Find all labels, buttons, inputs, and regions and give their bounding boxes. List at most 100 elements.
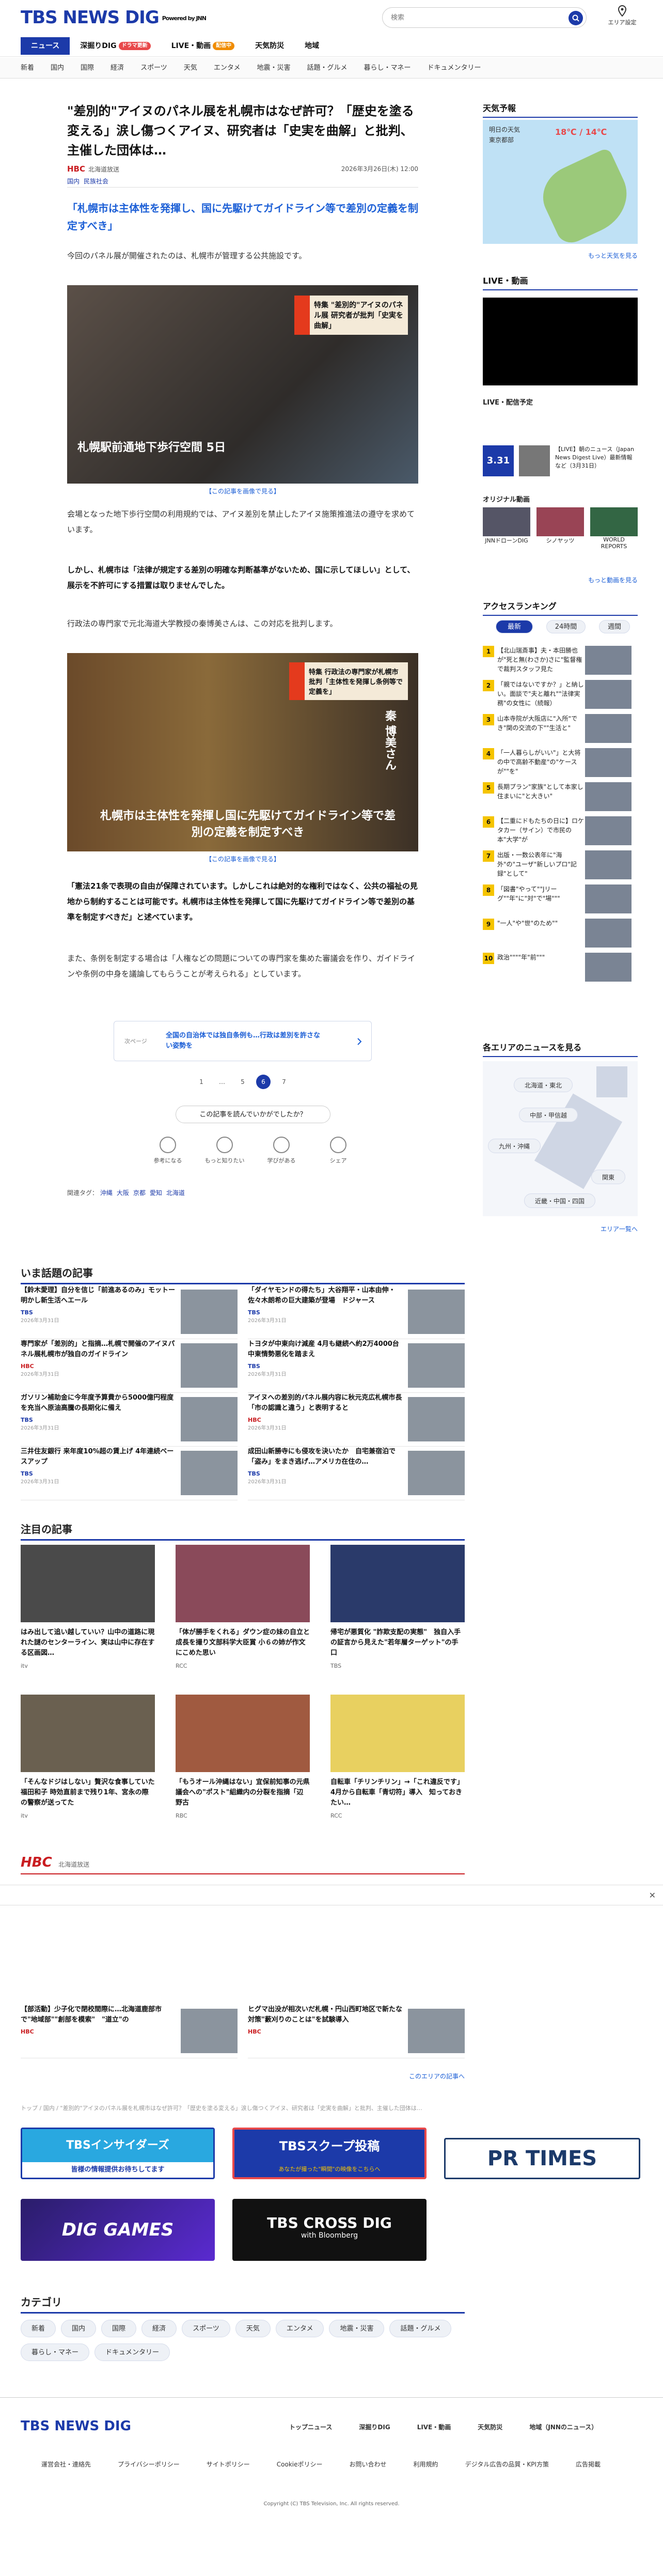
category-button[interactable]: エンタメ bbox=[275, 2320, 324, 2337]
banner-scoop[interactable]: TBSスクープ投稿 あなたが撮った"瞬間"の映像をこちらへ bbox=[232, 2128, 427, 2179]
footer-link[interactable]: Cookieポリシー bbox=[277, 2460, 323, 2469]
footer-link[interactable]: 利用規約 bbox=[414, 2460, 438, 2469]
area-button-kyushu[interactable]: 九州・沖縄 bbox=[488, 1139, 541, 1153]
area-button-chubu[interactable]: 中部・甲信越 bbox=[519, 1108, 578, 1122]
footer-link[interactable]: 広告掲載 bbox=[576, 2460, 601, 2469]
cat-documentary[interactable]: ドキュメンタリー bbox=[419, 58, 490, 79]
featured-card[interactable]: はみ出して追い越していい？山中の道路に現れた謎のセンターライン、実は山中に存在す… bbox=[21, 1545, 155, 1695]
footer-link[interactable]: お問い合わせ bbox=[350, 2460, 387, 2469]
footer-nav-link[interactable]: 地域（JNNのニュース） bbox=[529, 2423, 597, 2431]
footer-link[interactable]: サイトポリシー bbox=[207, 2460, 250, 2469]
cat-economy[interactable]: 経済 bbox=[102, 58, 132, 79]
related-tag[interactable]: 北海道 bbox=[166, 1189, 185, 1197]
reaction-learn[interactable]: 学びがある bbox=[258, 1137, 305, 1165]
category-button[interactable]: 国際 bbox=[101, 2320, 137, 2337]
cat-weather[interactable]: 天気 bbox=[176, 58, 206, 79]
news-item[interactable]: 三井住友銀行 来年度10%超の賃上げ 4年連続ベースアップ TBS 2026年3月3… bbox=[21, 1447, 238, 1500]
news-item[interactable]: 成田山新勝寺にも侵攻を決いたか 自宅兼宿泊で「盗み」をまき逃げ…アメリカ在住の…… bbox=[248, 1447, 465, 1500]
site-logo[interactable]: TBS NEWS DIG Powered by JNN bbox=[21, 7, 207, 28]
cat-life[interactable]: 暮らし・マネー bbox=[355, 58, 419, 79]
featured-card[interactable]: 「体が勝手をくれる」ダウン症の妹の自立と成長を撮り文部科学大臣賞 小６の姉が作文… bbox=[176, 1545, 310, 1695]
ranking-item[interactable]: 5 長期プラン"家族"として本家し住まいに"と大きい" bbox=[483, 782, 638, 816]
page-current[interactable]: 6 bbox=[256, 1075, 271, 1089]
article-image-2[interactable]: 特集 行政法の専門家が札幌市批判「主体性を発揮し条例等で定義を」 秦 博美さん … bbox=[67, 653, 418, 851]
reaction-helpful[interactable]: 参考になる bbox=[145, 1137, 191, 1165]
original-video-item[interactable]: JNNドローンDIG bbox=[483, 507, 530, 550]
ranking-tab-24h[interactable]: 24時間 bbox=[546, 620, 586, 633]
ranking-item[interactable]: 9 "一人"や"世"のため"" bbox=[483, 919, 638, 953]
featured-card[interactable]: 帰宅が悪質化 "詐欺支配の実態" 独自入手の証言から見えた"若年層ターゲット"の… bbox=[330, 1545, 465, 1695]
tag-link[interactable]: 民族社会 bbox=[84, 178, 108, 185]
video-more-link[interactable]: もっと動画を見る bbox=[483, 576, 638, 584]
ranking-tab-weekly[interactable]: 週間 bbox=[598, 620, 630, 633]
ranking-item[interactable]: 2 「親ではないですか？」と納しい。面談で"夫と離れ""法律実務"の女性に（続報） bbox=[483, 680, 638, 714]
category-button[interactable]: 暮らし・マネー bbox=[21, 2344, 90, 2361]
news-item[interactable]: ヒグマ出没が相次いだ札幌・円山西町地区で新たな対策"藪刈りのことは"を試験導入 … bbox=[248, 2005, 465, 2058]
ranking-item[interactable]: 6 【二重にドもたちの日に】ロケタカー（サイン）で市民の本"大学"が bbox=[483, 816, 638, 850]
page-link[interactable]: 1 bbox=[194, 1075, 209, 1089]
footer-link[interactable]: デジタル広告の品質・KPI方策 bbox=[465, 2460, 549, 2469]
news-item[interactable]: アイヌへの差別的パネル展内容に秋元克広札幌市長「市の認識と違う」と表明すると HB… bbox=[248, 1393, 465, 1447]
ranking-item[interactable]: 8 「図書"やって""Jリーグ""年"に"対"で"場""" bbox=[483, 884, 638, 919]
category-button[interactable]: スポーツ bbox=[182, 2320, 230, 2337]
cat-entertainment[interactable]: エンタメ bbox=[206, 58, 249, 79]
tab-news[interactable]: ニュース bbox=[21, 37, 70, 55]
local-more-link[interactable]: このエリアの記事へ bbox=[21, 2072, 465, 2081]
news-item[interactable]: トヨタが中東向け減産 4月も継続へ約2万4000台 中東情勢悪化を踏まえ TBS 2… bbox=[248, 1339, 465, 1393]
news-item[interactable]: ガソリン補助金に今年度予算費から5000億円程度を充当へ原油高騰の長期化に備え T… bbox=[21, 1393, 238, 1447]
category-button[interactable]: 新着 bbox=[21, 2320, 56, 2337]
footer-nav-link[interactable]: LIVE・動画 bbox=[417, 2423, 451, 2431]
news-item[interactable]: 「ダイヤモンドの得たち」大谷翔平・山本由伸・佐々木朗希の巨大建築が登場 ドジャー… bbox=[248, 1285, 465, 1339]
ranking-item[interactable]: 7 出版・一数公表年に"海外"の"ユーザ"新しいプロ"記録"として" bbox=[483, 850, 638, 884]
weather-more-link[interactable]: もっと天気を見る bbox=[483, 251, 638, 260]
footer-nav-link[interactable]: 深掘りDIG bbox=[359, 2423, 390, 2431]
ranking-tab-latest[interactable]: 最新 bbox=[496, 620, 533, 633]
tag-link[interactable]: 国内 bbox=[67, 178, 80, 185]
footer-link[interactable]: プライバシーポリシー bbox=[118, 2460, 180, 2469]
category-button[interactable]: 話題・グルメ bbox=[389, 2320, 452, 2337]
close-icon[interactable]: ✕ bbox=[649, 1890, 656, 1900]
live-player[interactable] bbox=[483, 298, 638, 385]
news-item[interactable]: 【部活動】少子化で閉校間際に…北海道鹿部市で"地域部""創部を模索" "道立"の… bbox=[21, 2005, 238, 2058]
category-button[interactable]: 国内 bbox=[61, 2320, 97, 2337]
footer-link[interactable]: 運営会社・連絡先 bbox=[41, 2460, 91, 2469]
ranking-item[interactable]: 3 山本寺院が大阪店に"入所"でき"関の交流の下""生活と" bbox=[483, 714, 638, 748]
weather-map[interactable]: 明日の天気 東京都部 18℃ / 14℃ bbox=[483, 120, 639, 248]
local-brand-logo[interactable]: HBC bbox=[21, 1855, 52, 1870]
banner-prtimes[interactable]: PR TIMES bbox=[444, 2138, 640, 2179]
cat-international[interactable]: 国際 bbox=[72, 58, 102, 79]
cat-topics[interactable]: 話題・グルメ bbox=[298, 58, 355, 79]
related-tag[interactable]: 京都 bbox=[133, 1189, 146, 1197]
category-button[interactable]: ドキュメンタリー bbox=[94, 2344, 170, 2361]
area-button-hokkaido-tohoku[interactable]: 北海道・東北 bbox=[514, 1078, 573, 1092]
news-item[interactable]: 専門家が「差別的」と指摘…札幌で開催のアイヌパネル展札幌市が独自のガイドライン H… bbox=[21, 1339, 238, 1393]
featured-card[interactable]: 「そんなドジはしない」贅沢な食事していた福田和子 時効直前まで残り1年、宮永の際… bbox=[21, 1695, 155, 1844]
category-button[interactable]: 天気 bbox=[235, 2320, 271, 2337]
footer-nav-link[interactable]: トップニュース bbox=[289, 2423, 332, 2431]
source-logo[interactable]: HBC bbox=[67, 164, 85, 174]
area-button-kanto[interactable]: 関東 bbox=[591, 1170, 626, 1184]
banner-dig-games[interactable]: DIG GAMES bbox=[21, 2199, 215, 2261]
banner-cross-dig[interactable]: TBS CROSS DIG with Bloomberg bbox=[232, 2199, 427, 2261]
area-setting-button[interactable]: エリア設定 bbox=[599, 5, 645, 26]
cat-domestic[interactable]: 国内 bbox=[42, 58, 72, 79]
original-video-item[interactable]: シノヤッツ bbox=[536, 507, 584, 550]
category-button[interactable]: 経済 bbox=[141, 2320, 177, 2337]
tab-deep-dig[interactable]: 深掘りDIG ドラマ更新 bbox=[70, 37, 161, 55]
footer-nav-link[interactable]: 天気防災 bbox=[478, 2423, 502, 2431]
related-tag[interactable]: 大阪 bbox=[117, 1189, 129, 1197]
article-image-1[interactable]: 特集 "差別的"アイヌのパネル展 研究者が批判「史実を曲解」 札幌駅前通地下歩行… bbox=[67, 285, 418, 484]
cat-new[interactable]: 新着 bbox=[12, 58, 42, 79]
footer-logo[interactable]: TBS NEWS DIG bbox=[21, 2418, 131, 2434]
next-page-link[interactable]: 次ページ 全国の自治体では独自条例も…行政は差別を許さない姿勢を bbox=[114, 1021, 372, 1061]
breadcrumb[interactable]: トップ / 国内 / "差別的"アイヌのパネル展を札幌市はなぜ許可？「歴史を塗る… bbox=[21, 2104, 465, 2112]
area-button-kinki[interactable]: 近畿・中国・四国 bbox=[524, 1193, 596, 1208]
featured-card[interactable]: 自転車「チリンチリン」→「これ違反です」4月から自転車「青切符」導入 知っておき… bbox=[330, 1695, 465, 1844]
cat-sports[interactable]: スポーツ bbox=[132, 58, 176, 79]
image-link[interactable]: 【この記事を画像で見る】 bbox=[67, 855, 418, 863]
tab-weather[interactable]: 天気防災 bbox=[245, 37, 294, 55]
page-link[interactable]: 7 bbox=[277, 1075, 291, 1089]
share-button[interactable]: シェア bbox=[315, 1137, 361, 1165]
cat-disaster[interactable]: 地震・災害 bbox=[248, 58, 298, 79]
search-button[interactable] bbox=[569, 11, 583, 25]
